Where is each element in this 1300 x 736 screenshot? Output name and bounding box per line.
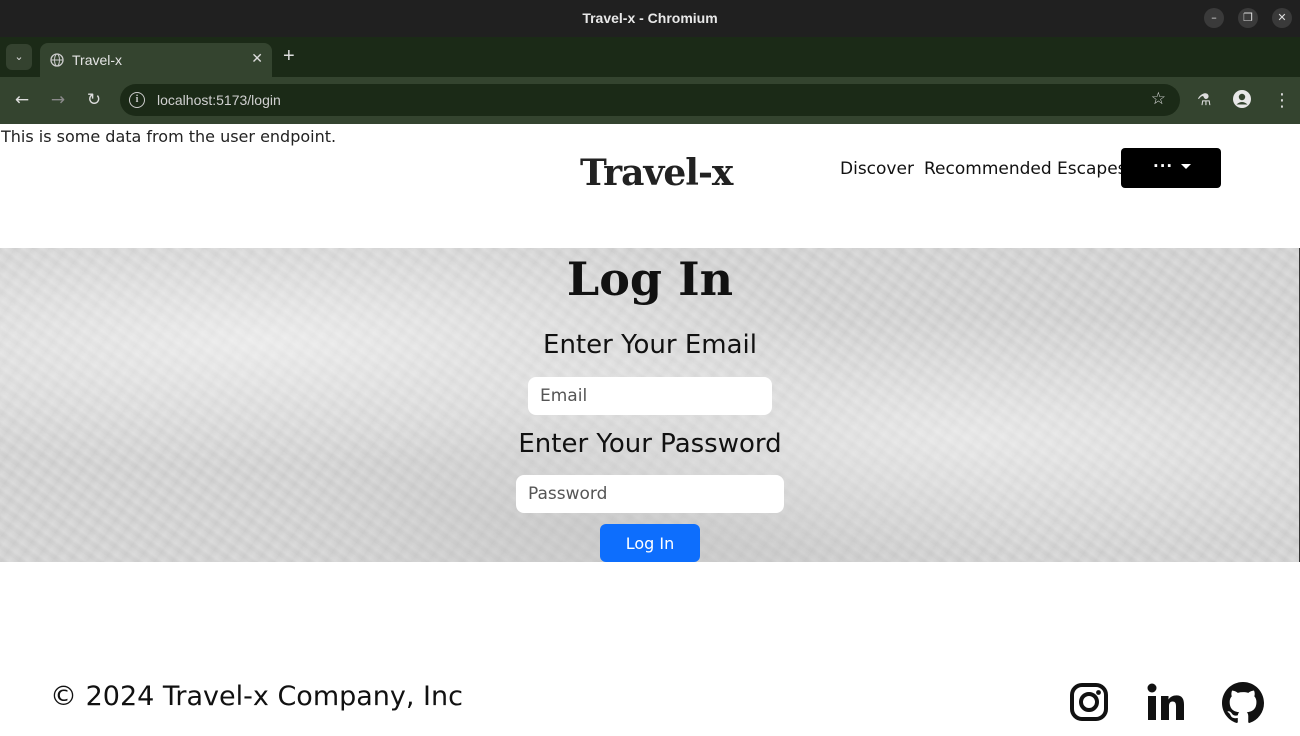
tab-strip: ⌄ Travel-x ✕ + [0,37,1300,77]
window-titlebar: Travel-x - Chromium – ❐ ✕ [0,0,1300,37]
login-section: Log In Enter Your Email Enter Your Passw… [0,248,1300,562]
labs-flask-icon[interactable]: ⚗ [1197,90,1211,109]
password-input[interactable] [516,475,784,513]
browser-menu-icon[interactable]: ⋮ [1273,90,1291,111]
tab-search-button[interactable]: ⌄ [6,44,32,70]
globe-icon [50,53,64,67]
login-heading: Log In [566,252,734,306]
email-input[interactable] [528,377,772,415]
linkedin-icon[interactable] [1146,682,1186,722]
tab-close-icon[interactable]: ✕ [251,51,263,67]
restore-button[interactable]: ❐ [1238,8,1258,28]
reload-button[interactable]: ↻ [83,89,105,111]
web-page: This is some data from the user endpoint… [0,124,1300,736]
login-submit-button[interactable]: Log In [600,524,700,562]
profile-icon[interactable] [1232,89,1252,109]
browser-toolbar: ← → ↻ i localhost:5173/login ☆ ⚗ ⋮ [0,77,1300,124]
tab-label: Travel-x [72,52,123,68]
site-logo[interactable]: Travel-x [580,152,733,194]
instagram-icon[interactable] [1069,682,1109,722]
caret-down-icon [1181,164,1191,169]
email-label: Enter Your Email [543,330,757,360]
forward-button[interactable]: → [47,89,69,111]
tab-travel-x[interactable]: Travel-x ✕ [40,43,272,77]
nav-link-recommended-escapes[interactable]: Recommended Escapes [924,159,1127,179]
minimize-button[interactable]: – [1204,8,1224,28]
url-text[interactable]: localhost:5173/login [157,92,281,108]
new-tab-button[interactable]: + [283,45,295,68]
site-info-icon[interactable]: i [129,92,145,108]
nav-link-discover[interactable]: Discover [840,159,914,179]
endpoint-message: This is some data from the user endpoint… [1,127,337,146]
close-window-button[interactable]: ✕ [1272,8,1292,28]
nav-dropdown-button[interactable]: ··· [1121,148,1221,188]
bookmark-star-icon[interactable]: ☆ [1151,89,1166,109]
address-bar[interactable]: i localhost:5173/login ☆ [120,84,1180,116]
footer-copyright: © 2024 Travel-x Company, Inc [50,681,463,712]
back-button[interactable]: ← [11,89,33,111]
window-title: Travel-x - Chromium [582,10,718,26]
password-label: Enter Your Password [518,429,782,459]
github-icon[interactable] [1222,682,1264,724]
more-dots-icon: ··· [1153,157,1174,175]
